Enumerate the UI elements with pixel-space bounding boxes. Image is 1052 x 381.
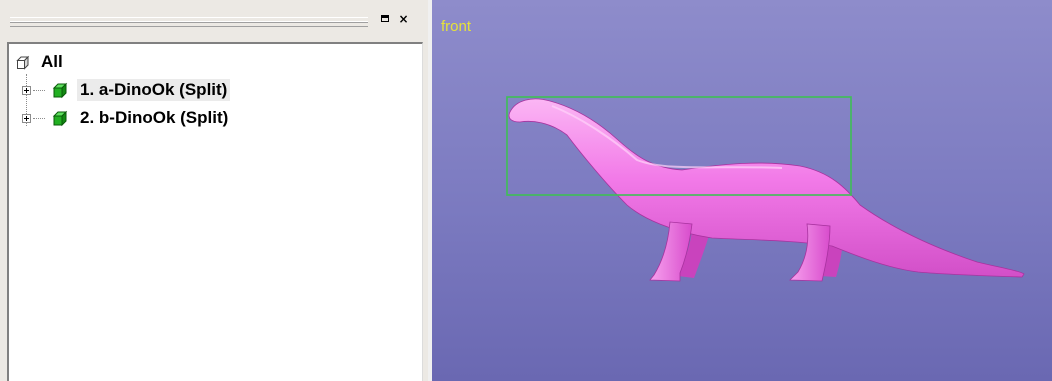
3d-viewport[interactable]: front [432, 0, 1052, 381]
dinosaur-model[interactable] [508, 98, 1025, 282]
layer-panel: × All 1. a-DinoOk (Split) 2. b-DinoOk (S… [0, 0, 428, 381]
expand-icon[interactable] [22, 113, 31, 123]
scene-canvas[interactable] [432, 0, 1052, 381]
tree-item-label: 1. a-DinoOk (Split) [77, 79, 231, 101]
restore-button[interactable] [378, 12, 391, 26]
expand-icon[interactable] [22, 85, 31, 95]
tree-root-label: All [41, 52, 63, 71]
tree-root-all[interactable]: All [16, 52, 66, 72]
mesh-layer-icon [52, 82, 68, 99]
restore-icon [380, 15, 389, 22]
layer-tree: All 1. a-DinoOk (Split) 2. b-DinoOk (Spl… [7, 42, 423, 381]
mesh-layer-icon [52, 110, 68, 127]
panel-grip[interactable] [10, 17, 368, 27]
tree-item-b-dino[interactable]: 2. b-DinoOk (Split) [22, 108, 231, 128]
tree-item-label: 2. b-DinoOk (Split) [80, 108, 229, 127]
layers-icon [16, 55, 30, 70]
close-icon: × [398, 12, 409, 26]
tree-item-a-dino[interactable]: 1. a-DinoOk (Split) [22, 79, 231, 101]
close-button[interactable]: × [397, 12, 410, 26]
